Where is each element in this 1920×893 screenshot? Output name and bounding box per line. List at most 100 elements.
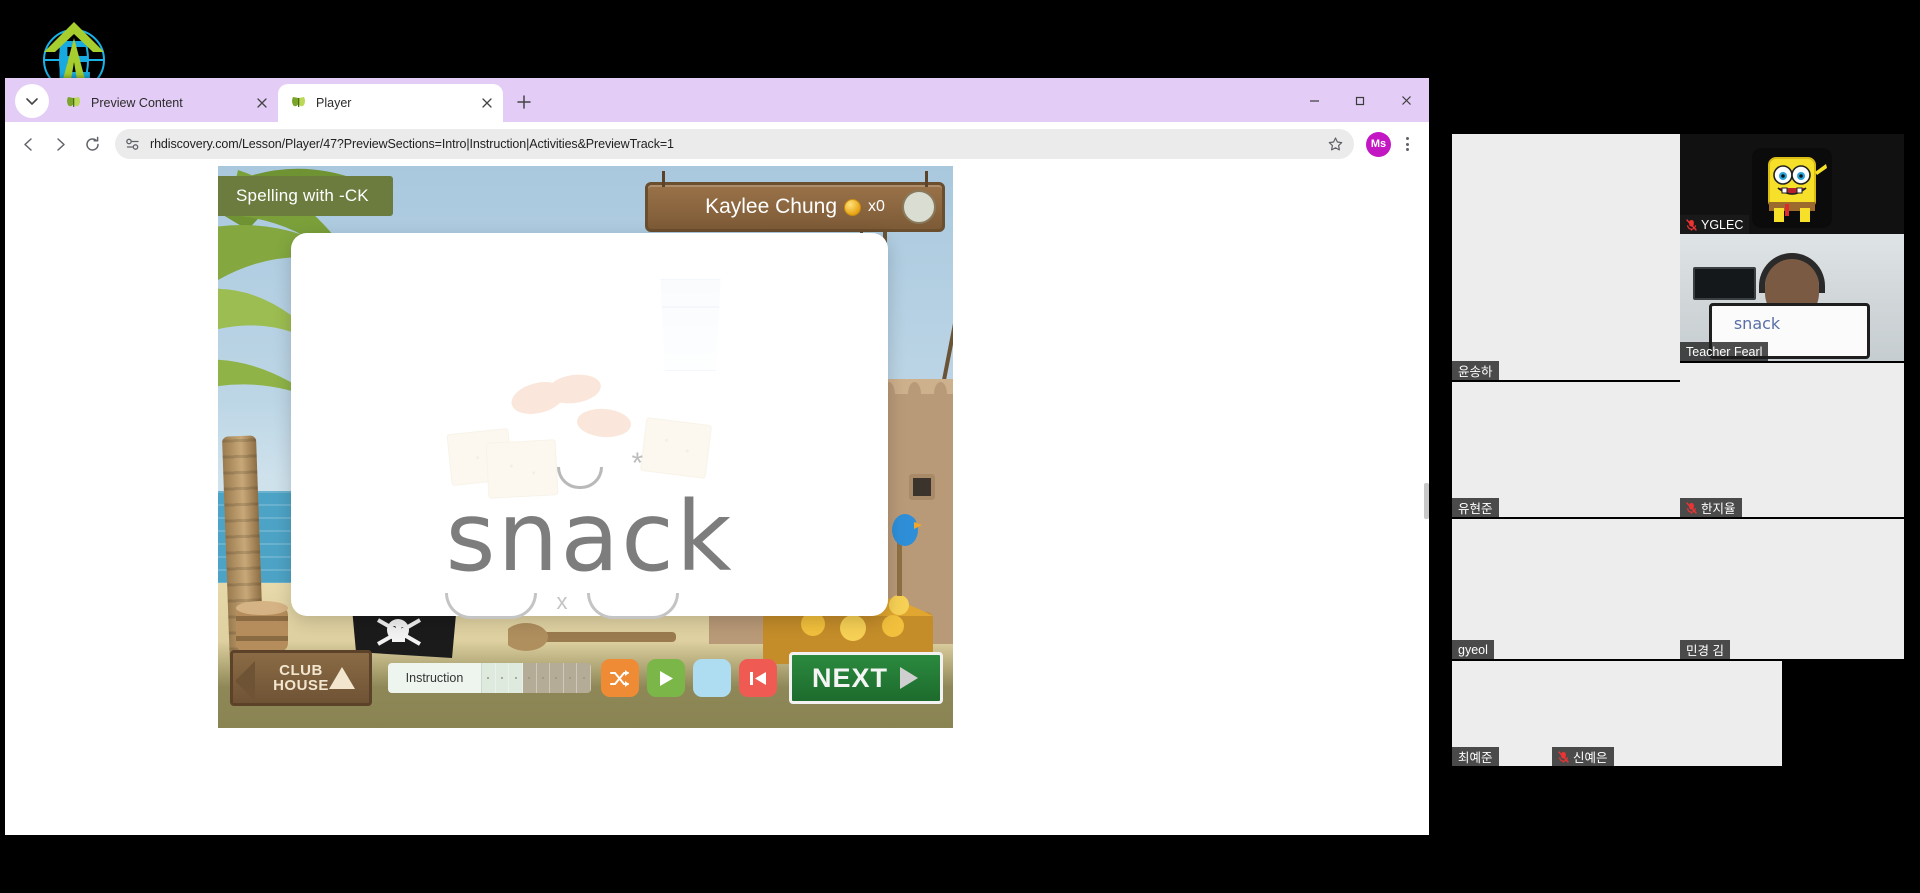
tab-close-icon[interactable] bbox=[252, 93, 272, 113]
participant-name: YGLEC bbox=[1701, 217, 1744, 232]
up-arrow-icon bbox=[329, 667, 355, 689]
participant-name: 최예준 bbox=[1452, 747, 1499, 766]
progress-segment[interactable] bbox=[577, 663, 591, 693]
video-tile-minkyungkim[interactable]: 민경 김 bbox=[1680, 519, 1904, 659]
tab-close-icon[interactable] bbox=[477, 93, 497, 113]
whiteboard-word: snack bbox=[1733, 314, 1781, 334]
participant-name: 민경 김 bbox=[1680, 640, 1730, 659]
reload-button[interactable] bbox=[77, 129, 107, 159]
right-arrow-icon bbox=[900, 667, 918, 689]
video-tile-shinyeeun[interactable]: 신예은 bbox=[1552, 661, 1782, 766]
shuffle-button[interactable] bbox=[600, 659, 639, 697]
star-icon[interactable] bbox=[1327, 136, 1344, 153]
word-with-phonics-marks: snack * x bbox=[445, 447, 733, 619]
blank-button[interactable] bbox=[692, 659, 731, 697]
window-controls bbox=[1291, 78, 1429, 122]
achievement-badge-icon[interactable] bbox=[902, 190, 936, 224]
butterfly-icon bbox=[292, 96, 305, 107]
progress-segment[interactable] bbox=[509, 663, 523, 693]
profile-avatar[interactable]: Ms bbox=[1366, 131, 1391, 157]
lesson-title-banner: Spelling with -CK bbox=[218, 176, 393, 216]
video-tile-yunsongha[interactable]: 윤송하 bbox=[1452, 134, 1680, 380]
minimize-button[interactable] bbox=[1291, 78, 1337, 122]
back-button[interactable] bbox=[13, 129, 43, 159]
participant-name: Teacher Fearl bbox=[1686, 344, 1763, 359]
video-tile-teacher-fearl[interactable]: snack Teacher Fearl bbox=[1680, 234, 1904, 361]
coin-icon bbox=[844, 198, 862, 216]
lesson-progress-bar[interactable]: Instruction bbox=[388, 663, 591, 693]
progress-segment[interactable] bbox=[482, 663, 496, 693]
muted-mic-icon bbox=[1686, 501, 1697, 514]
participant-name-row: 한지율 bbox=[1680, 498, 1742, 517]
browser-window: Preview Content Player rhdiscovery.com/L… bbox=[5, 78, 1429, 835]
site-settings-icon[interactable] bbox=[124, 136, 141, 153]
close-button[interactable] bbox=[1383, 78, 1429, 122]
participant-name: 한지율 bbox=[1701, 502, 1736, 516]
video-tile-yuhyunjun[interactable]: 유현준 bbox=[1452, 382, 1680, 517]
progress-segment[interactable] bbox=[550, 663, 564, 693]
next-label: NEXT bbox=[811, 662, 888, 693]
tab-search-button[interactable] bbox=[15, 84, 49, 118]
participant-name: 신예은 bbox=[1573, 751, 1608, 765]
video-tile-yglec[interactable]: YGLEC bbox=[1680, 134, 1904, 234]
lesson-title: Spelling with -CK bbox=[236, 186, 369, 205]
participant-name-row: 신예은 bbox=[1552, 747, 1614, 766]
tab-strip: Preview Content Player bbox=[5, 78, 1429, 122]
video-tile-hanjiyul[interactable]: 한지율 bbox=[1680, 363, 1904, 517]
cracker-icon bbox=[639, 417, 712, 479]
muted-mic-icon bbox=[1686, 218, 1697, 231]
next-button[interactable]: NEXT bbox=[788, 652, 943, 704]
coin-count: x0 bbox=[868, 198, 885, 215]
underline-arc-icon bbox=[445, 593, 538, 619]
new-tab-button[interactable] bbox=[509, 87, 539, 117]
rewind-button[interactable] bbox=[738, 659, 777, 697]
progress-section-label: Instruction bbox=[388, 663, 482, 693]
wall-tv bbox=[1693, 267, 1757, 301]
muted-mic-icon bbox=[1558, 750, 1569, 763]
participant-name: 윤송하 bbox=[1452, 361, 1499, 380]
underline-arc-icon bbox=[587, 593, 680, 619]
rewind-icon bbox=[750, 671, 767, 685]
student-name: Kaylee Chung bbox=[705, 195, 838, 218]
browser-toolbar: rhdiscovery.com/Lesson/Player/47?Preview… bbox=[5, 122, 1429, 166]
lesson-toolbar: CLUB HOUSE Instruction NEXT bbox=[218, 628, 953, 728]
headset-icon bbox=[1759, 253, 1825, 294]
participant-name-row: YGLEC bbox=[1680, 215, 1750, 234]
clubhouse-label-line2: HOUSE bbox=[273, 677, 329, 694]
tab-preview-content[interactable]: Preview Content bbox=[53, 84, 278, 122]
participant-name: gyeol bbox=[1452, 640, 1494, 659]
tab-title: Player bbox=[316, 96, 352, 110]
spongebob-avatar bbox=[1752, 148, 1832, 228]
play-icon bbox=[660, 670, 674, 686]
clubhouse-label-line1: CLUB bbox=[279, 661, 323, 679]
butterfly-icon bbox=[67, 96, 80, 107]
play-button[interactable] bbox=[646, 659, 685, 697]
progress-segment[interactable] bbox=[564, 663, 578, 693]
shuffle-icon bbox=[610, 669, 630, 687]
video-tile-gyeol[interactable]: gyeol bbox=[1452, 519, 1680, 659]
kebab-menu-icon[interactable] bbox=[1393, 130, 1421, 158]
lesson-stage: Spelling with -CK Kaylee Chung x0 snack … bbox=[218, 166, 953, 728]
participant-name: 유현준 bbox=[1452, 498, 1499, 517]
tab-player[interactable]: Player bbox=[278, 84, 503, 122]
address-bar[interactable]: rhdiscovery.com/Lesson/Player/47?Preview… bbox=[115, 129, 1354, 159]
progress-segment[interactable] bbox=[537, 663, 551, 693]
page-viewport: Spelling with -CK Kaylee Chung x0 snack … bbox=[5, 166, 1429, 835]
student-name-sign: Kaylee Chung x0 bbox=[645, 171, 945, 232]
nut-icon bbox=[575, 407, 632, 439]
progress-segment[interactable] bbox=[523, 663, 537, 693]
forward-button[interactable] bbox=[45, 129, 75, 159]
screen: E Preview Content bbox=[0, 0, 1920, 893]
video-conference-panel: 윤송하 YGLEC snack Teacher Fearl 유현준 gyeol … bbox=[1452, 134, 1904, 766]
url-text: rhdiscovery.com/Lesson/Player/47?Preview… bbox=[150, 137, 674, 151]
participant-name-row: Teacher Fearl bbox=[1680, 342, 1769, 361]
tab-title: Preview Content bbox=[91, 96, 183, 110]
progress-segment[interactable] bbox=[495, 663, 510, 693]
milk-glass-icon bbox=[660, 279, 721, 371]
word-card: snack * x bbox=[291, 233, 888, 619]
snack-illustration bbox=[425, 279, 755, 499]
clubhouse-button[interactable]: CLUB HOUSE bbox=[230, 650, 372, 706]
panel-splitter-handle[interactable] bbox=[1424, 482, 1429, 519]
maximize-button[interactable] bbox=[1337, 78, 1383, 122]
target-word: snack bbox=[445, 481, 734, 593]
